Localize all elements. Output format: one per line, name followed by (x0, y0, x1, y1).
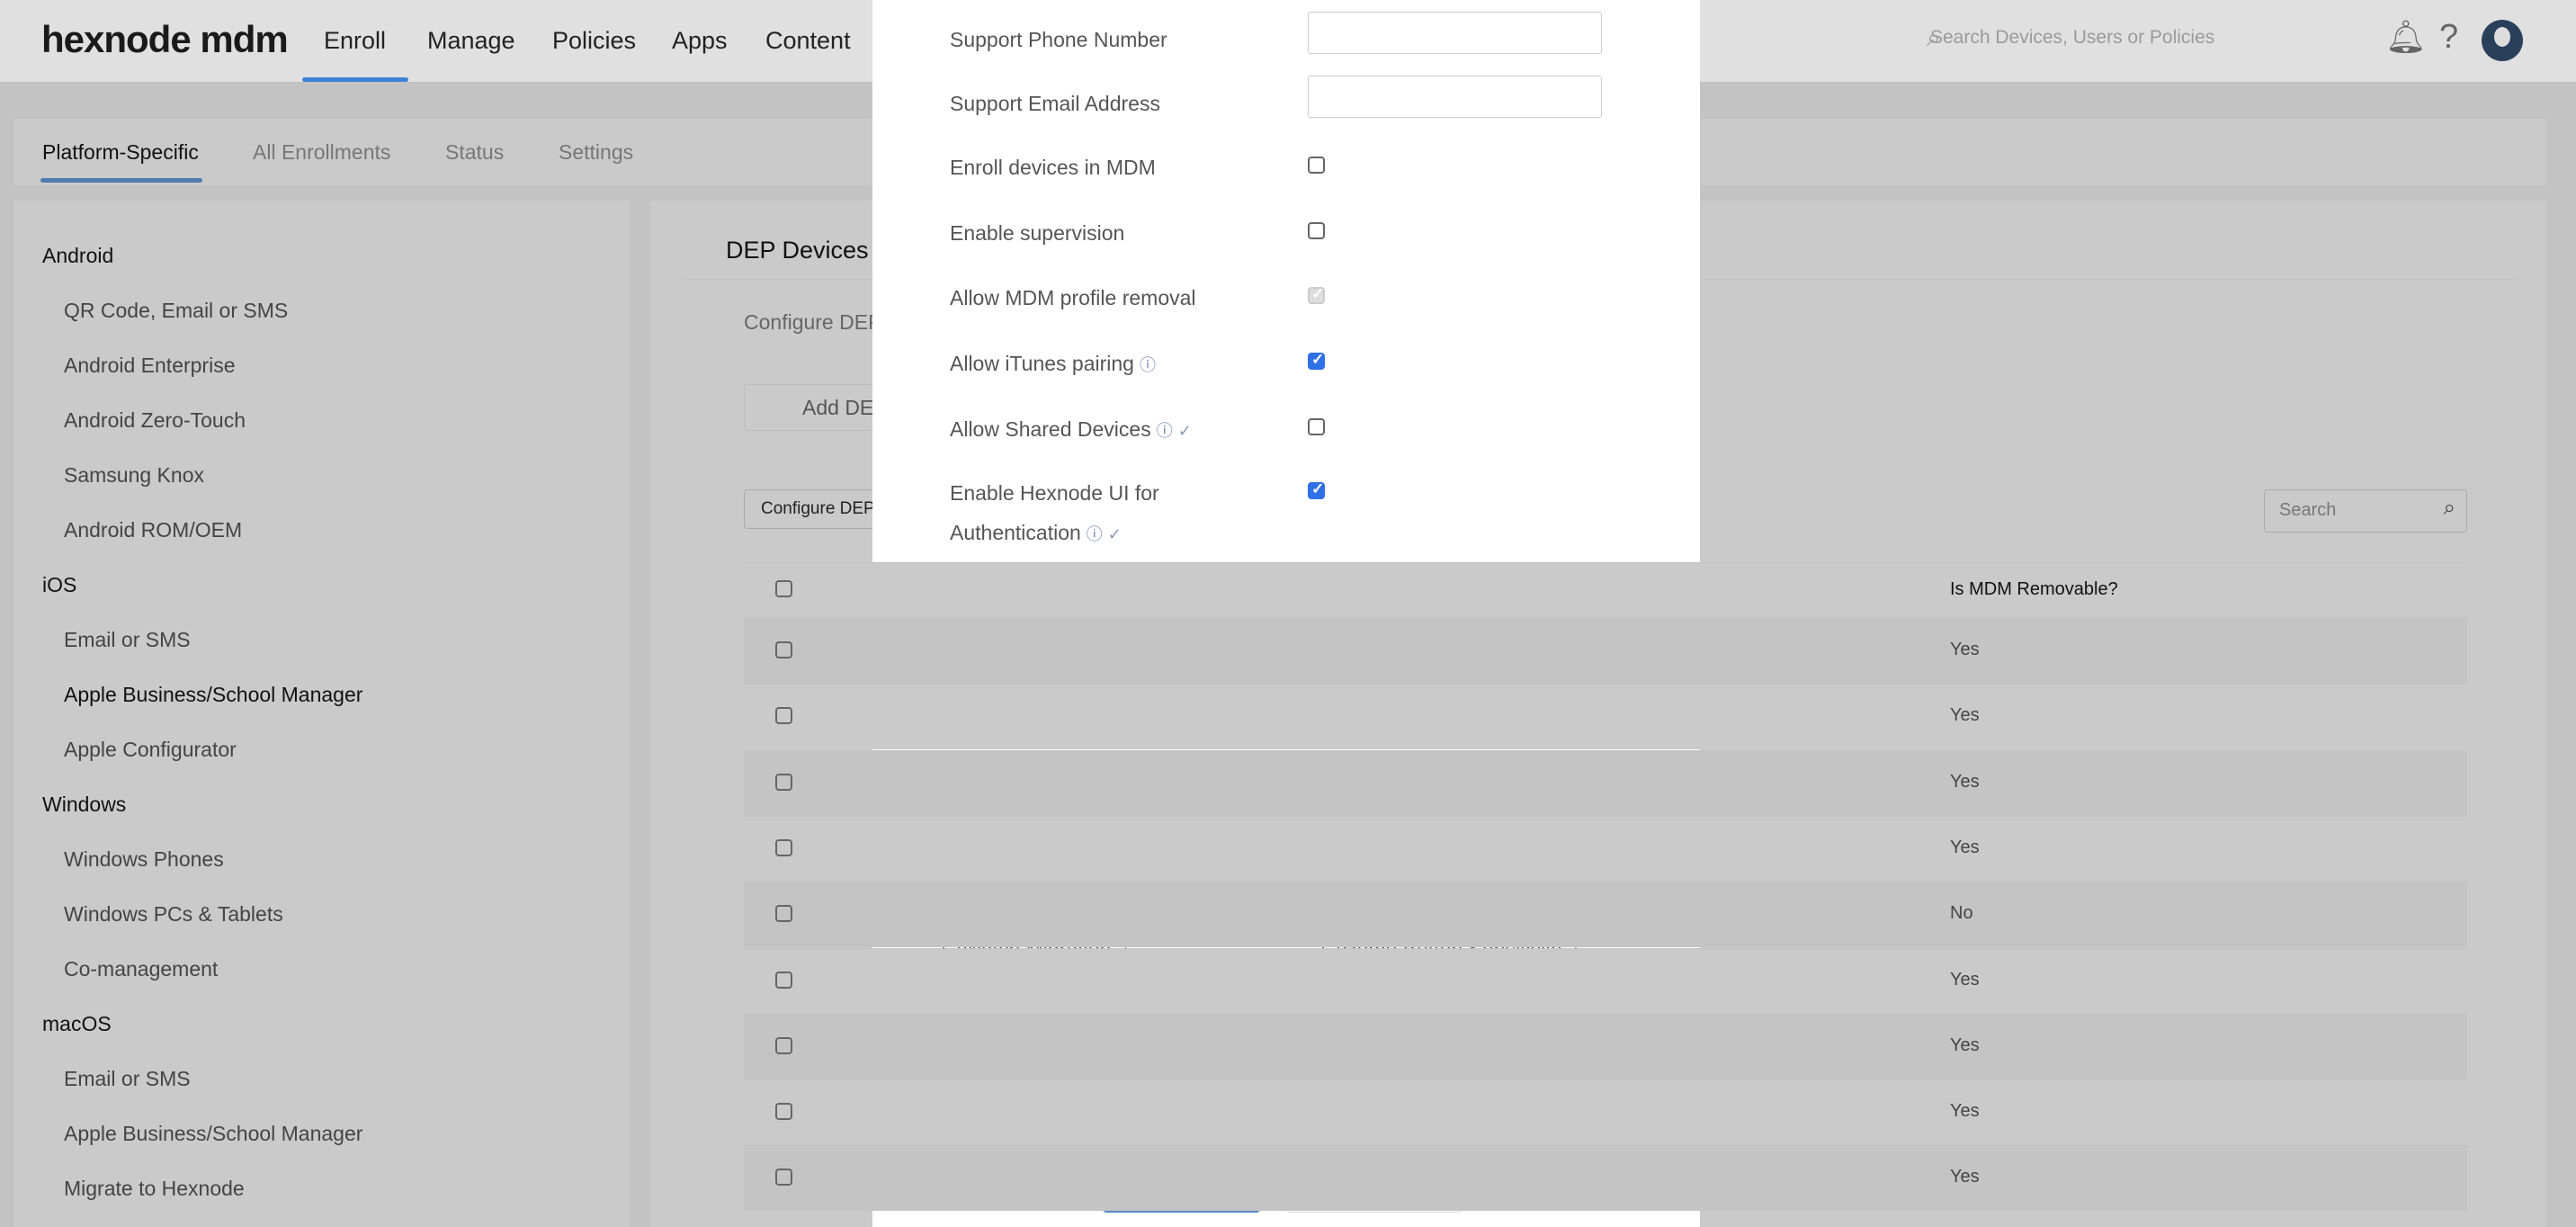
hexnode-logo: hexnode mdm (41, 18, 289, 60)
option-text: Enroll devices in MDM (950, 156, 1156, 179)
table-row[interactable] (744, 749, 2467, 816)
sidebar-item[interactable]: Email or SMS (64, 628, 191, 652)
row-checkbox[interactable] (775, 1103, 792, 1121)
sidebar-item[interactable]: Android Enterprise (64, 354, 236, 378)
row-checkbox[interactable] (775, 641, 792, 658)
tab-platform-specific[interactable]: Platform-Specific (42, 140, 199, 165)
sidebar-section-header[interactable]: Android (42, 244, 113, 268)
sidebar-item[interactable]: Apple Business/School Manager (64, 1122, 362, 1146)
table-row[interactable] (744, 1013, 2467, 1079)
tab-all-enrollments[interactable]: All Enrollments (253, 140, 390, 165)
nav-content[interactable]: Content (765, 27, 851, 55)
row-checkbox[interactable] (775, 838, 792, 856)
row-checkbox[interactable] (775, 971, 792, 989)
option-text: Allow Shared Devices (950, 417, 1151, 441)
help-icon[interactable]: ? (2439, 18, 2458, 57)
tab-settings[interactable]: Settings (559, 140, 633, 165)
table-row[interactable] (744, 618, 2467, 684)
option-label: Authentication ⓘ ✓ (950, 521, 1122, 545)
bell-icon[interactable]: 🔔︎ (2385, 18, 2427, 56)
mdm-removable-value: Yes (1950, 969, 1980, 990)
search-icon: ⌕ (2443, 496, 2455, 520)
mdm-removable-value: Yes (1950, 705, 1980, 726)
option-checkbox[interactable] (1308, 222, 1325, 239)
option-checkbox[interactable] (1308, 418, 1325, 435)
option-checkbox[interactable] (1308, 157, 1325, 174)
option-text: Authentication (950, 521, 1081, 544)
table-row[interactable] (744, 882, 2467, 948)
info-icon[interactable]: ⓘ (1157, 422, 1173, 440)
option-label: Enroll devices in MDM (950, 156, 1156, 180)
sidebar-item[interactable]: Android Zero-Touch (64, 408, 246, 433)
nav-active-indicator (302, 77, 408, 82)
info-icon[interactable]: ⓘ (1140, 356, 1156, 374)
sidebar-item[interactable]: Samsung Knox (64, 463, 204, 488)
row-checkbox[interactable] (775, 707, 792, 725)
nav-apps[interactable]: Apps (672, 27, 728, 55)
select-all-checkbox[interactable] (775, 580, 792, 597)
configure-text: Configure DEP (744, 310, 882, 334)
option-checkbox[interactable] (1308, 285, 1325, 304)
option-label: Enable supervision (950, 221, 1124, 246)
table-row[interactable] (744, 1079, 2467, 1146)
subtab-active-indicator (40, 178, 202, 183)
row-checkbox[interactable] (775, 773, 792, 791)
page-title: DEP Devices (726, 237, 869, 264)
avatar[interactable] (2482, 20, 2523, 61)
supported-check-icon: ✓ (1107, 525, 1122, 543)
support-phone-input[interactable] (1308, 12, 1602, 54)
support-email-input[interactable] (1308, 76, 1602, 118)
option-checkbox[interactable] (1308, 480, 1325, 499)
option-checkbox[interactable] (1308, 351, 1325, 370)
nav-policies[interactable]: Policies (552, 27, 636, 55)
sidebar-item[interactable]: Android ROM/OEM (64, 518, 242, 542)
option-label: Allow iTunes pairing ⓘ (950, 352, 1156, 376)
info-icon[interactable]: ⓘ (1087, 525, 1103, 543)
row-checkbox[interactable] (775, 905, 792, 923)
option-text: Allow iTunes pairing (950, 352, 1134, 375)
mdm-removable-value: Yes (1950, 771, 1980, 792)
global-search-input[interactable]: Search Devices, Users or Policies (1930, 27, 2214, 49)
option-text: Enable Hexnode UI for (950, 481, 1159, 505)
table-row[interactable] (744, 815, 2467, 882)
table-search-input[interactable]: Search ⌕ (2264, 489, 2467, 533)
mdm-removable-value: Yes (1950, 1101, 1980, 1122)
sidebar-section-header[interactable]: macOS (42, 1012, 112, 1036)
mdm-removable-value: Yes (1950, 640, 1980, 659)
mdm-removable-value: Yes (1950, 837, 1980, 857)
sidebar-item[interactable]: QR Code, Email or SMS (64, 299, 288, 323)
nav-manage[interactable]: Manage (427, 27, 515, 55)
option-label: Allow Shared Devices ⓘ ✓ (950, 417, 1192, 442)
sidebar-item[interactable]: Apple Configurator (64, 738, 237, 762)
option-label: Enable Hexnode UI for (950, 481, 1159, 506)
field-label: Support Phone Number (950, 28, 1167, 51)
table-row[interactable] (744, 947, 2467, 1014)
supported-check-icon: ✓ (1177, 422, 1192, 440)
mdm-removable-value: Yes (1950, 1034, 1980, 1055)
sidebar-section-header[interactable]: iOS (42, 573, 76, 597)
sidebar-item[interactable]: Windows PCs & Tablets (64, 902, 283, 927)
mdm-removable-value: No (1950, 903, 1973, 924)
table-row[interactable] (744, 1145, 2467, 1212)
sidebar-item[interactable]: Email or SMS (64, 1067, 191, 1091)
option-text: Enable supervision (950, 221, 1125, 245)
option-text: Allow MDM profile removal (950, 286, 1196, 309)
row-checkbox[interactable] (775, 1169, 792, 1187)
sidebar-item[interactable]: Windows Phones (64, 847, 224, 872)
column-header-mdm-removable: Is MDM Removable? (1950, 579, 2118, 599)
row-checkbox[interactable] (775, 1036, 792, 1054)
field-label: Support Email Address (950, 92, 1160, 115)
tab-status[interactable]: Status (445, 140, 504, 165)
sidebar-item[interactable]: Co-management (64, 957, 218, 981)
nav-enroll[interactable]: Enroll (324, 27, 386, 55)
table-row[interactable] (744, 684, 2467, 750)
mdm-removable-value: Yes (1950, 1167, 1980, 1187)
sidebar: Android QR Code, Email or SMS Android Ente… (14, 201, 630, 1227)
sidebar-item[interactable]: Migrate to Hexnode (64, 1177, 245, 1201)
sidebar-item[interactable]: Apple Business/School Manager (64, 683, 362, 707)
sidebar-section-header[interactable]: Windows (42, 793, 126, 817)
option-label: Allow MDM profile removal (950, 286, 1196, 310)
